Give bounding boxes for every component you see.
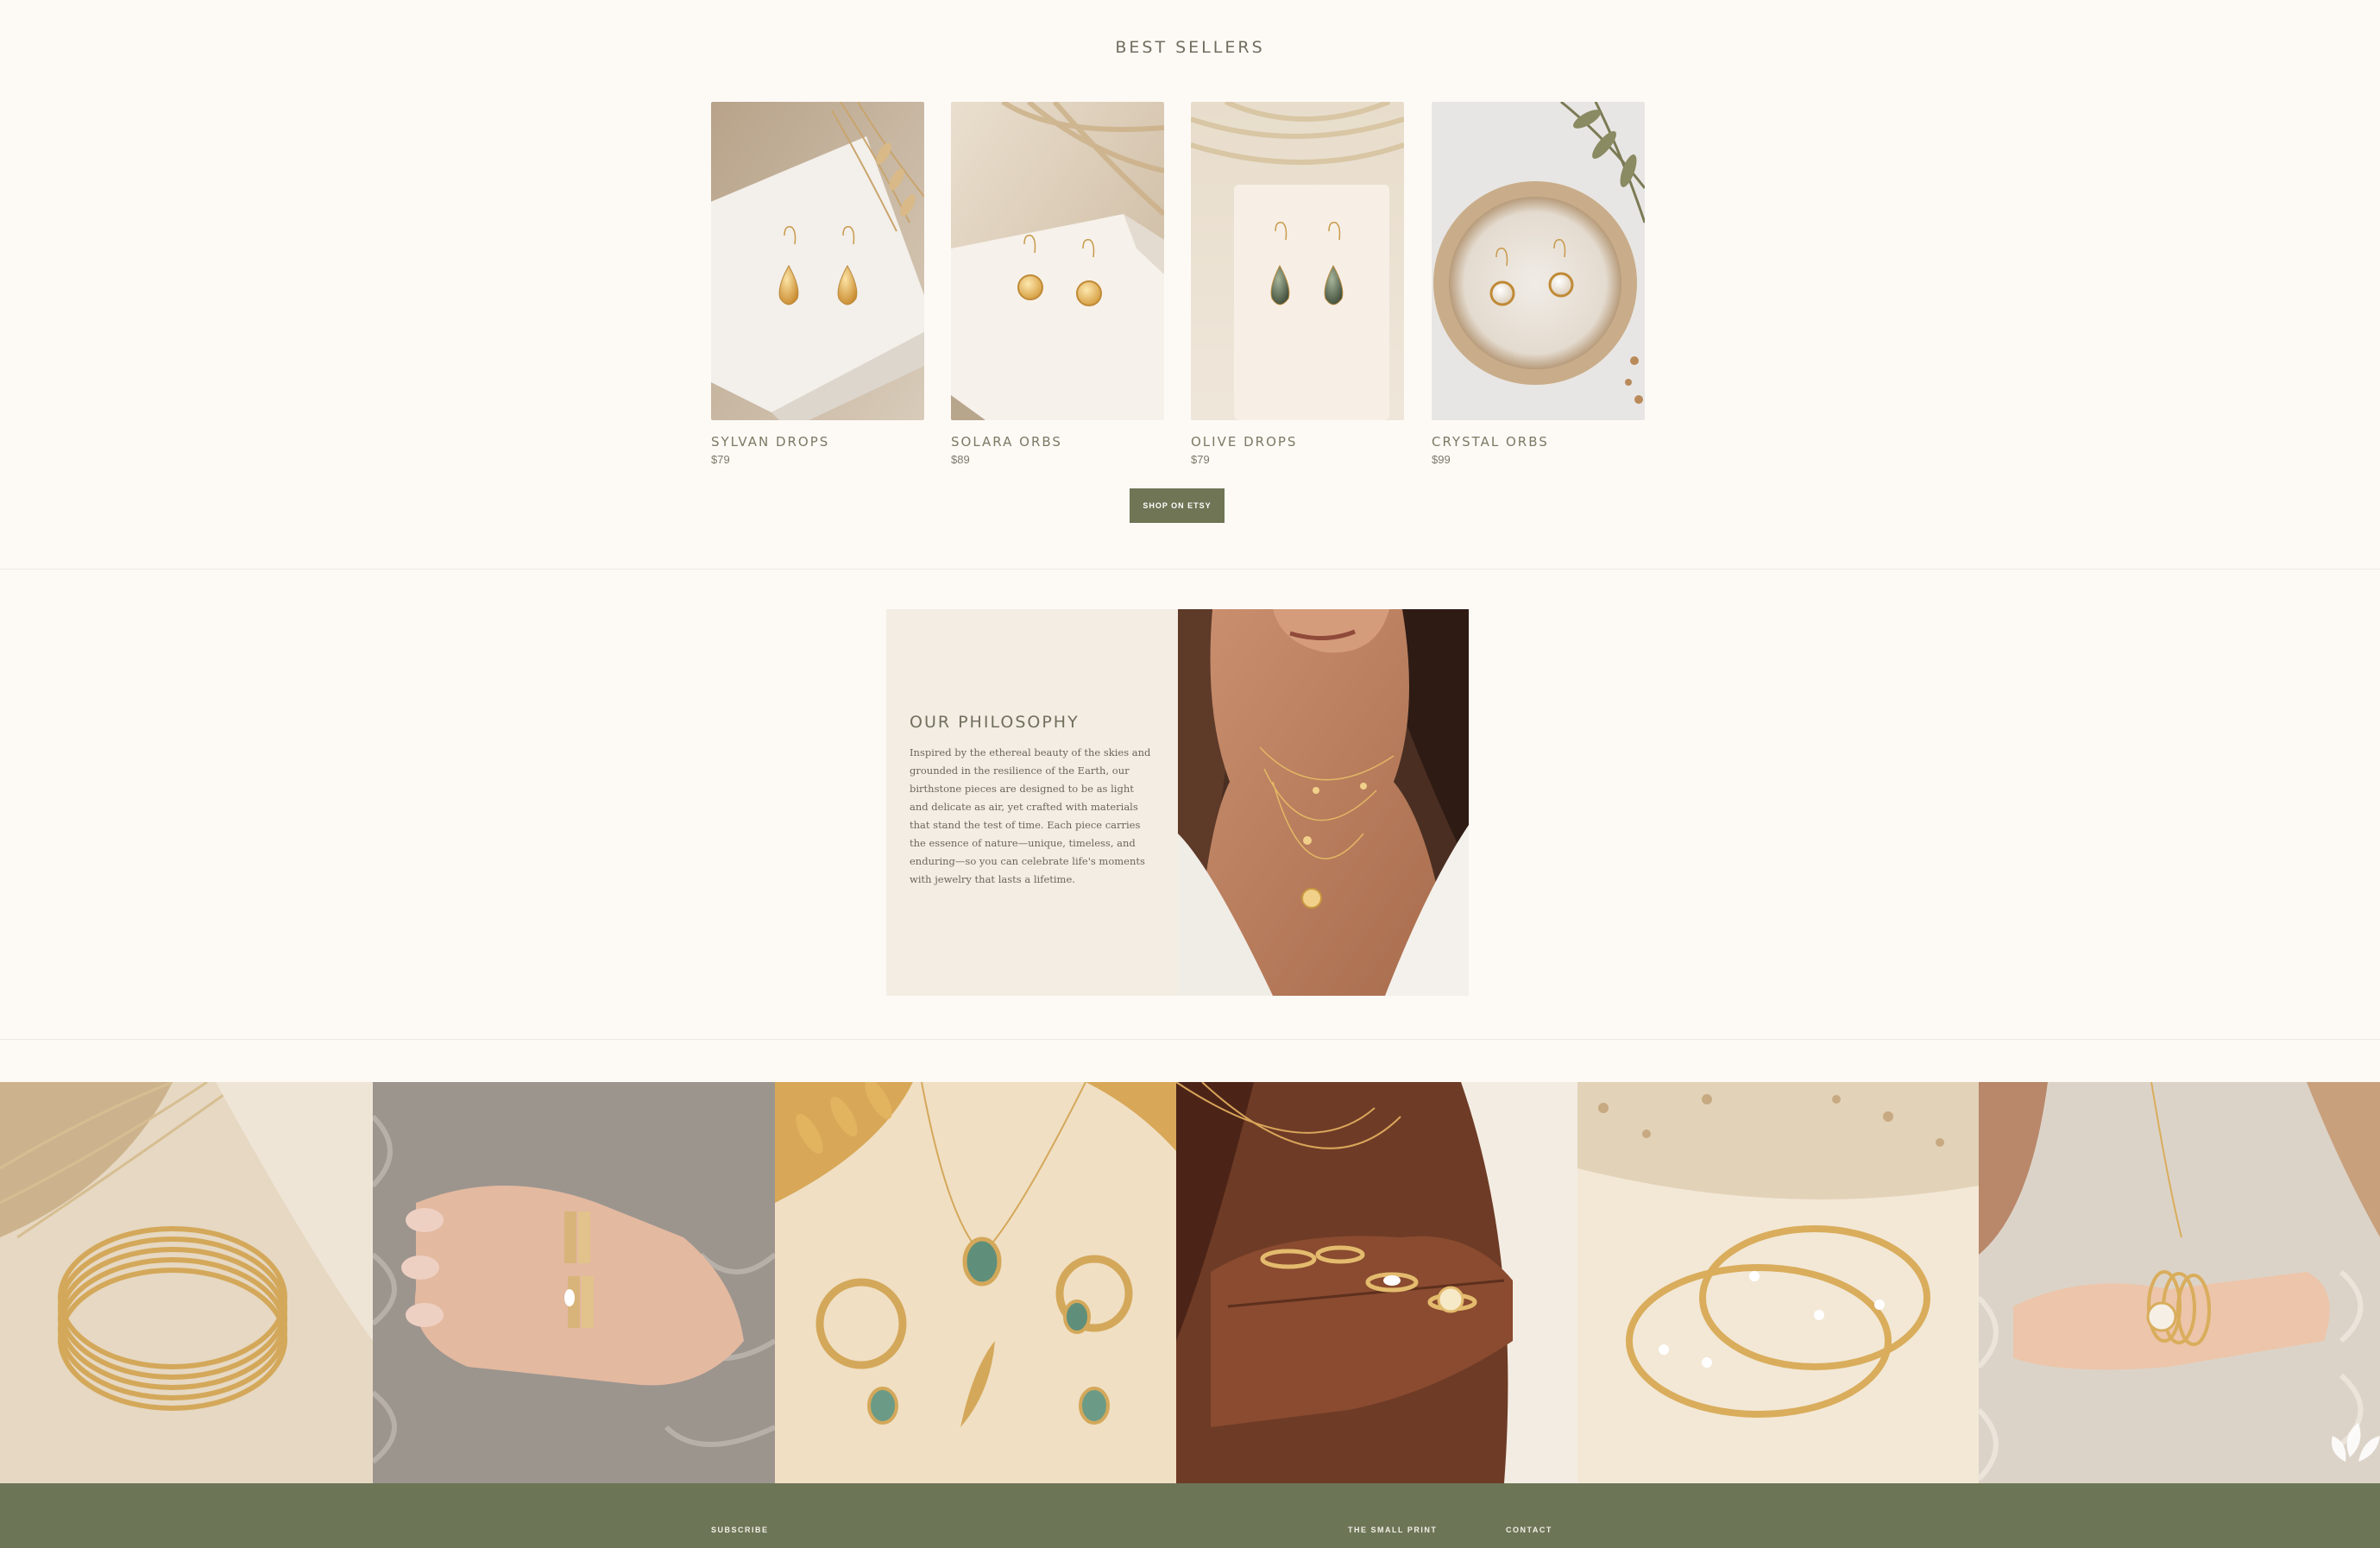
- best-sellers-grid: SYLVAN DROPS $79 SOLARA ORBS $89 OLIVE D…: [711, 102, 1645, 473]
- product-card[interactable]: SYLVAN DROPS $79: [711, 102, 924, 466]
- footer-small-print-link[interactable]: THE SMALL PRINT: [1348, 1526, 1437, 1534]
- product-name[interactable]: OLIVE DROPS: [1191, 434, 1404, 450]
- footer-contact-link[interactable]: CONTACT: [1506, 1526, 1552, 1534]
- philosophy-card: OUR PHILOSOPHY Inspired by the ethereal …: [886, 609, 1178, 996]
- product-name[interactable]: SOLARA ORBS: [951, 434, 1164, 450]
- section-divider: [0, 1039, 2380, 1040]
- product-image-sylvan-drops[interactable]: [711, 102, 924, 420]
- gallery-image-rings-sweater[interactable]: [373, 1082, 775, 1483]
- site-footer: SUBSCRIBE THE SMALL PRINT CONTACT: [0, 1483, 2380, 1548]
- product-price: $79: [1191, 453, 1210, 466]
- gallery-image-hand-rings[interactable]: [1176, 1082, 1577, 1483]
- product-card[interactable]: OLIVE DROPS $79: [1191, 102, 1404, 466]
- product-card[interactable]: CRYSTAL ORBS $99: [1432, 102, 1645, 466]
- gallery-image-layered-bracelets[interactable]: [1979, 1082, 2380, 1483]
- product-price: $99: [1432, 453, 1451, 466]
- philosophy-necklace-photo: [1178, 609, 1469, 996]
- footer-subscribe-link[interactable]: SUBSCRIBE: [711, 1526, 769, 1534]
- gallery-image-open-bangles[interactable]: [1577, 1082, 1979, 1483]
- product-name[interactable]: SYLVAN DROPS: [711, 434, 924, 450]
- product-card[interactable]: SOLARA ORBS $89: [951, 102, 1164, 466]
- philosophy-body: Inspired by the ethereal beauty of the s…: [910, 746, 1151, 885]
- gallery-image-bangles[interactable]: [0, 1082, 373, 1483]
- shop-on-etsy-button[interactable]: SHOP ON ETSY: [1130, 488, 1225, 523]
- product-name[interactable]: CRYSTAL ORBS: [1432, 434, 1645, 450]
- best-sellers-title: BEST SELLERS: [1115, 38, 1265, 57]
- product-price: $89: [951, 453, 970, 466]
- product-price: $79: [711, 453, 730, 466]
- product-image-olive-drops[interactable]: [1191, 102, 1404, 420]
- product-image-solara-orbs[interactable]: [951, 102, 1164, 420]
- philosophy-title: OUR PHILOSOPHY: [910, 713, 1080, 732]
- gallery-image-flatlay-set[interactable]: [775, 1082, 1176, 1483]
- instagram-gallery: [0, 1082, 2380, 1483]
- product-image-crystal-orbs[interactable]: [1432, 102, 1645, 420]
